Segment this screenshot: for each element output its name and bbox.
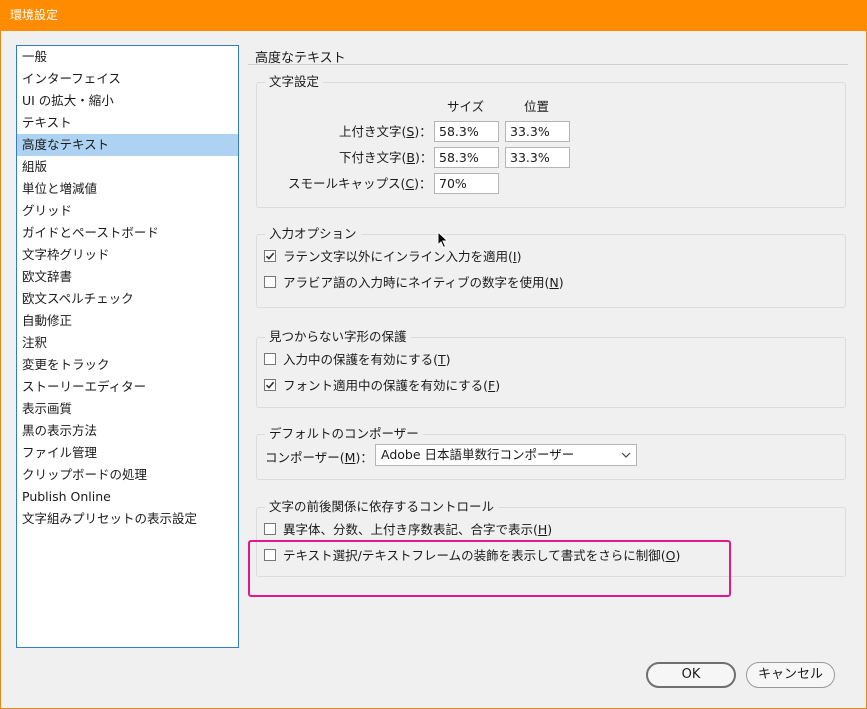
sidebar-item-display-performance[interactable]: 表示画質	[17, 398, 238, 420]
sidebar-item-story-editor[interactable]: ストーリーエディター	[17, 376, 238, 398]
sidebar-item-spelling[interactable]: 欧文スペルチェック	[17, 288, 238, 310]
sidebar-item-file-handling[interactable]: ファイル管理	[17, 442, 238, 464]
native-digits-label: アラビア語の入力時にネイティブの数字を使用(N)	[283, 275, 564, 290]
subscript-label: 下付き文字(B)：	[339, 150, 433, 165]
sidebar-item-composition[interactable]: 組版	[17, 156, 238, 178]
native-digits-option[interactable]: アラビア語の入力時にネイティブの数字を使用(N)	[264, 272, 564, 291]
protect-typing-option[interactable]: 入力中の保護を有効にする(T)	[264, 349, 451, 368]
ok-button[interactable]: OK	[646, 662, 736, 688]
chevron-down-icon	[621, 445, 631, 471]
composer-select[interactable]: Adobe 日本語単数行コンポーザー	[375, 444, 637, 466]
sidebar-item-autocorrect[interactable]: 自動修正	[17, 310, 238, 332]
inline-input-option[interactable]: ラテン文字以外にインライン入力を適用(I)	[264, 246, 521, 265]
sidebar-item-publish-online[interactable]: Publish Online	[17, 486, 238, 508]
inline-input-checkbox[interactable]	[264, 249, 276, 262]
sidebar-item-advanced-type[interactable]: 高度なテキスト	[17, 134, 238, 156]
highlight-annotation-box	[248, 540, 731, 597]
sidebar-item-ui-scaling[interactable]: UI の拡大・縮小	[17, 90, 238, 112]
sidebar-item-general[interactable]: 一般	[17, 46, 238, 68]
sidebar-item-guides-pasteboard[interactable]: ガイドとペーストボード	[17, 222, 238, 244]
sidebar-item-units-increments[interactable]: 単位と増減値	[17, 178, 238, 200]
alternates-checkbox[interactable]	[264, 522, 276, 535]
inline-input-label: ラテン文字以外にインライン入力を適用(I)	[283, 249, 522, 264]
sidebar-item-grids[interactable]: グリッド	[17, 200, 238, 222]
group-label-missing-glyph: 見つからない字形の保護	[265, 329, 411, 345]
alternates-label: 異字体、分数、上付き序数表記、合字で表示(H)	[283, 522, 553, 537]
sidebar-item-notes[interactable]: 注釈	[17, 332, 238, 354]
preferences-category-list[interactable]: 一般 インターフェイス UI の拡大・縮小 テキスト 高度なテキスト 組版 単位…	[16, 45, 239, 648]
missing-glyph-group: 見つからない字形の保護	[256, 329, 846, 408]
alternates-option[interactable]: 異字体、分数、上付き序数表記、合字で表示(H)	[264, 519, 552, 538]
protect-typing-label: 入力中の保護を有効にする(T)	[283, 352, 451, 367]
group-label-input-options: 入力オプション	[265, 226, 361, 242]
window-title: 環境設定	[0, 0, 867, 31]
col-header-size: サイズ	[447, 99, 485, 114]
composer-label: コンポーザー(M)：	[265, 450, 373, 465]
protect-typing-checkbox[interactable]	[264, 352, 276, 365]
small-caps-label: スモールキャップス(C)：	[288, 176, 432, 191]
mouse-cursor-icon	[437, 230, 449, 253]
sidebar-item-mojikumi-display[interactable]: 文字組みプリセットの表示設定	[17, 508, 238, 530]
sidebar-item-clipboard[interactable]: クリップボードの処理	[17, 464, 238, 486]
cancel-button[interactable]: キャンセル	[746, 662, 835, 688]
checkmark-icon	[265, 252, 275, 260]
native-digits-checkbox[interactable]	[264, 275, 276, 288]
protect-font-label: フォント適用中の保護を有効にする(F)	[283, 378, 501, 393]
sidebar-item-track-changes[interactable]: 変更をトラック	[17, 354, 238, 376]
sidebar-item-interface[interactable]: インターフェイス	[17, 68, 238, 90]
title-divider	[248, 64, 848, 65]
sidebar-item-frame-grid[interactable]: 文字枠グリッド	[17, 244, 238, 266]
subscript-position-input[interactable]: 33.3%	[505, 147, 570, 168]
composer-select-value: Adobe 日本語単数行コンポーザー	[381, 447, 575, 462]
superscript-size-input[interactable]: 58.3%	[434, 121, 499, 142]
sidebar-item-dictionary[interactable]: 欧文辞書	[17, 266, 238, 288]
protect-font-option[interactable]: フォント適用中の保護を有効にする(F)	[264, 375, 500, 394]
protect-font-checkbox[interactable]	[264, 378, 276, 391]
checkmark-icon	[265, 381, 275, 389]
sidebar-item-appearance-of-black[interactable]: 黒の表示方法	[17, 420, 238, 442]
group-label-context-controls: 文字の前後関係に依存するコントロール	[265, 499, 499, 515]
col-header-position: 位置	[524, 99, 550, 114]
superscript-label: 上付き文字(S)：	[339, 124, 432, 139]
small-caps-size-input[interactable]: 70%	[434, 173, 499, 194]
subscript-size-input[interactable]: 58.3%	[434, 147, 499, 168]
sidebar-item-type[interactable]: テキスト	[17, 112, 238, 134]
group-label-char-settings: 文字設定	[265, 74, 324, 90]
group-label-composer: デフォルトのコンポーザー	[265, 426, 423, 442]
superscript-position-input[interactable]: 33.3%	[505, 121, 570, 142]
